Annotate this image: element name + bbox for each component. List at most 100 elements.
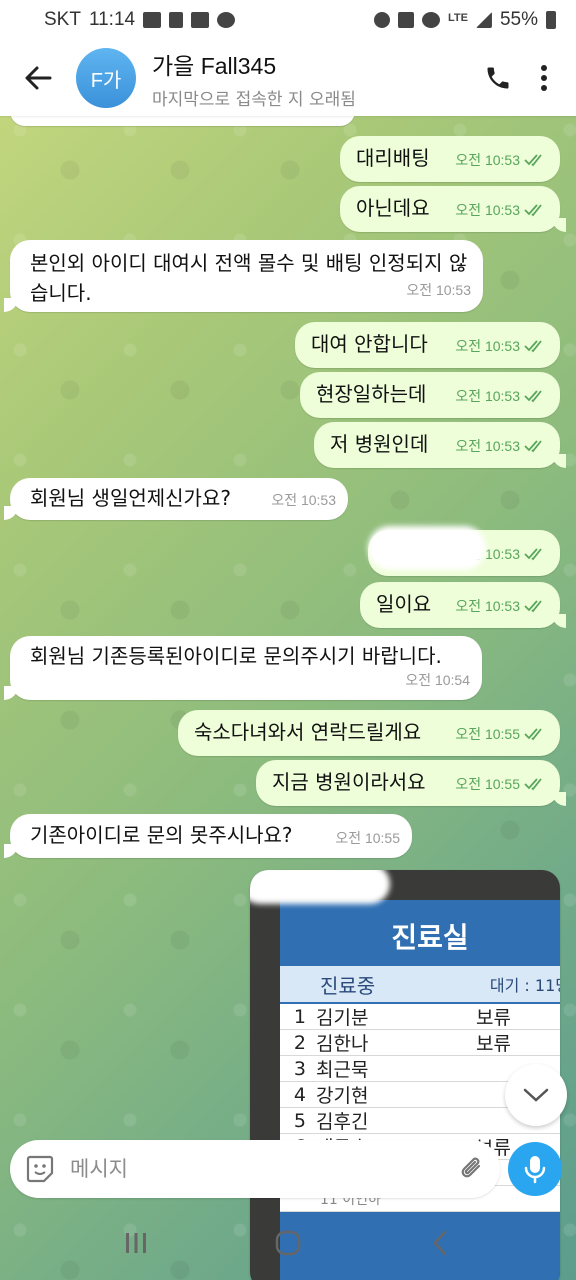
mute-icon xyxy=(397,12,414,28)
board-row-number: 3 xyxy=(293,1057,306,1080)
more-options-button[interactable] xyxy=(522,48,566,108)
avatar[interactable]: F가 xyxy=(76,48,136,108)
message-bubble[interactable]: 지금 병원이라서요 오전 10:55 xyxy=(256,760,566,806)
voice-record-button[interactable] xyxy=(508,1142,562,1196)
message-composer xyxy=(10,1140,500,1198)
message-bubble[interactable]: 저 병원인데 오전 10:53 xyxy=(314,422,566,468)
more-vertical-icon xyxy=(541,65,547,91)
bubble-tail xyxy=(4,506,18,520)
board-row-name: 김후긴 xyxy=(316,1111,369,1133)
board-wait-label: 대기 : 11명 xyxy=(489,976,560,995)
board-row: 2 김한나 보류 xyxy=(280,1030,560,1056)
message-text: 숙소다녀와서 연락드릴게요 xyxy=(194,720,422,744)
message-bubble[interactable]: 대리배팅 오전 10:53 xyxy=(340,136,560,182)
message-text: 대여 안합니다 xyxy=(311,332,428,356)
chat-header: F가 가을 Fall345 마지막으로 접속한 지 오래됨 xyxy=(0,40,576,116)
chat-title-block[interactable]: 가을 Fall345 마지막으로 접속한 지 오래됨 xyxy=(152,47,474,110)
system-nav-bar xyxy=(0,1206,576,1280)
message-bubble[interactable]: 대여 안합니다 오전 10:53 xyxy=(295,322,560,368)
message-bubble[interactable]: 현장일하는데 오전 10:53 xyxy=(300,372,560,418)
board-row-number: 2 xyxy=(293,1031,306,1054)
double-check-icon xyxy=(524,390,542,403)
message-time: 오전 10:53 xyxy=(455,598,520,614)
message-bubble[interactable]: 기존아이디로 문의 못주시나요? 오전 10:55 xyxy=(4,814,412,858)
back-button[interactable] xyxy=(0,40,76,116)
bubble-tail xyxy=(4,686,18,700)
chat-name: 가을 Fall345 xyxy=(152,52,277,79)
message-input[interactable] xyxy=(70,1157,444,1181)
paperclip-icon xyxy=(461,1157,481,1178)
board-subheader: 진료중 대기 : 11명 xyxy=(280,966,560,1002)
battery-percent: 55% xyxy=(499,9,538,30)
emoji-button[interactable] xyxy=(10,1140,70,1198)
message-text: 현장일하는데 xyxy=(316,382,427,406)
folder-icon xyxy=(143,12,162,28)
clock: 11:14 xyxy=(88,9,136,30)
message-meta: 오전 10:53 xyxy=(271,486,336,514)
board-row: 1 김기분 보류 xyxy=(280,1004,560,1030)
message-bubble[interactable]: 숙소다녀와서 연락드릴게요 오전 10:55 xyxy=(178,710,560,756)
board-row-name: 김한나 xyxy=(316,1033,369,1055)
message-text: 대리배팅 xyxy=(356,146,430,170)
lte-icon: LTE xyxy=(447,12,468,24)
bubble-tail xyxy=(552,792,566,806)
chat-status: 마지막으로 접속한 지 오래됨 xyxy=(152,89,356,110)
board-row-status: 보류 xyxy=(476,1033,511,1055)
message-meta: 오전 10:54 xyxy=(405,666,470,694)
back-nav-button[interactable] xyxy=(400,1213,480,1273)
message-meta: 오전 10:53 xyxy=(455,592,548,620)
redaction-blur xyxy=(368,526,486,570)
double-check-icon xyxy=(524,340,542,353)
message-time: 오전 10:53 xyxy=(455,202,520,218)
double-check-icon xyxy=(524,440,542,453)
phone-icon xyxy=(487,67,509,89)
board-row-name: 최근묵 xyxy=(316,1059,369,1081)
sync-icon xyxy=(373,12,390,28)
message-bubble[interactable]: 회원님 생일언제신가요? 오전 10:53 xyxy=(4,478,348,520)
message-meta: 오전 10:55 xyxy=(335,824,400,852)
redaction-blur xyxy=(250,870,390,904)
message-time: 오전 10:53 xyxy=(455,152,520,168)
message-text: 아닌데요 xyxy=(356,196,430,220)
bubble-tail xyxy=(552,454,566,468)
message-bubble[interactable]: 오전 10:53 xyxy=(368,526,560,576)
recent-apps-button[interactable] xyxy=(96,1213,176,1273)
double-check-icon xyxy=(524,728,542,741)
message-bubble[interactable]: 아닌데요 오전 10:53 xyxy=(340,186,566,232)
message-text: 회원님 기존등록된아이디로 문의주시기 바랍니다. xyxy=(30,644,442,668)
message-meta: 오전 10:53 xyxy=(455,196,548,224)
message-time: 오전 10:53 xyxy=(406,282,471,298)
message-bubble[interactable]: 본인외 아이디 대여시 전액 몰수 및 배팅 인정되지 않습니다. 오전 10:… xyxy=(4,240,483,312)
message-text: 일이요 xyxy=(376,592,432,616)
message-time: 오전 10:53 xyxy=(271,492,336,508)
message-meta: 오전 10:53 xyxy=(406,276,471,304)
message-time: 오전 10:53 xyxy=(455,338,520,354)
double-check-icon xyxy=(524,154,542,167)
message-meta: 오전 10:55 xyxy=(455,770,548,798)
lock-icon xyxy=(169,12,184,28)
chevron-left-icon xyxy=(433,1230,447,1256)
message-text: 본인외 아이디 대여시 전액 몰수 및 배팅 인정되지 않습니다. xyxy=(30,251,468,305)
message-meta: 오전 10:55 xyxy=(455,720,548,748)
message-meta: 오전 10:53 xyxy=(455,432,548,460)
message-time: 오전 10:55 xyxy=(455,776,520,792)
home-button[interactable] xyxy=(248,1213,328,1273)
call-button[interactable] xyxy=(474,48,522,108)
message-meta: 오전 10:53 xyxy=(455,332,548,360)
battery-icon xyxy=(546,11,556,29)
message-time: 오전 10:55 xyxy=(455,726,520,742)
message-time: 오전 10:53 xyxy=(455,388,520,404)
message-bubble[interactable]: 일이요 오전 10:53 xyxy=(360,582,566,628)
attach-button[interactable] xyxy=(444,1140,500,1198)
scroll-to-bottom-button[interactable] xyxy=(505,1064,567,1126)
microphone-icon xyxy=(524,1156,546,1184)
message-meta: 오전 10:53 xyxy=(455,382,548,410)
board-row-name: 강기현 xyxy=(316,1085,369,1107)
message-bubble[interactable]: 회원님 기존등록된아이디로 문의주시기 바랍니다. 오전 10:54 xyxy=(4,636,482,700)
double-check-icon xyxy=(524,548,542,561)
board-row-number: 4 xyxy=(293,1083,306,1106)
board-row-number: 5 xyxy=(293,1109,306,1132)
message-text: 기존아이디로 문의 못주시나요? xyxy=(30,823,293,847)
message-time: 오전 10:53 xyxy=(455,438,520,454)
bubble-tail xyxy=(4,844,18,858)
